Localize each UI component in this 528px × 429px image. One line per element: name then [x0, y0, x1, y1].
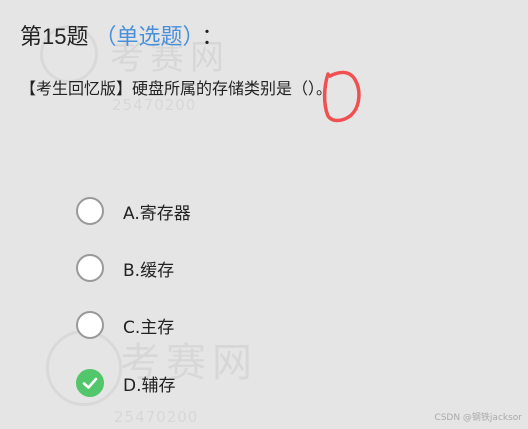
question-colon: ： [201, 24, 224, 49]
question-header: 第15题 （单选题） ： [20, 22, 224, 52]
red-annotation-mark [322, 70, 361, 123]
radio-button[interactable] [76, 197, 104, 225]
option-label: A.寄存器 [123, 203, 191, 224]
question-number: 第15题 [20, 24, 89, 49]
option-c[interactable]: C.主存 [76, 308, 174, 342]
option-b[interactable]: B.缓存 [76, 251, 174, 285]
option-label: D.辅存 [123, 375, 176, 396]
option-label: B.缓存 [123, 260, 175, 281]
option-label: C.主存 [123, 317, 175, 338]
radio-button[interactable] [76, 311, 104, 339]
question-text: 【考生回忆版】硬盘所属的存储类别是（）。 [20, 79, 333, 98]
option-a[interactable]: A.寄存器 [76, 194, 191, 228]
radio-button-selected[interactable] [76, 369, 104, 397]
radio-button[interactable] [76, 254, 104, 282]
watermark: 25470200 [114, 408, 199, 426]
question-type: （单选题） [94, 24, 194, 49]
checkmark-icon [82, 377, 98, 389]
csdn-credit: CSDN @钢铁jacksor [434, 413, 522, 423]
option-d[interactable]: D.辅存 [76, 366, 176, 400]
